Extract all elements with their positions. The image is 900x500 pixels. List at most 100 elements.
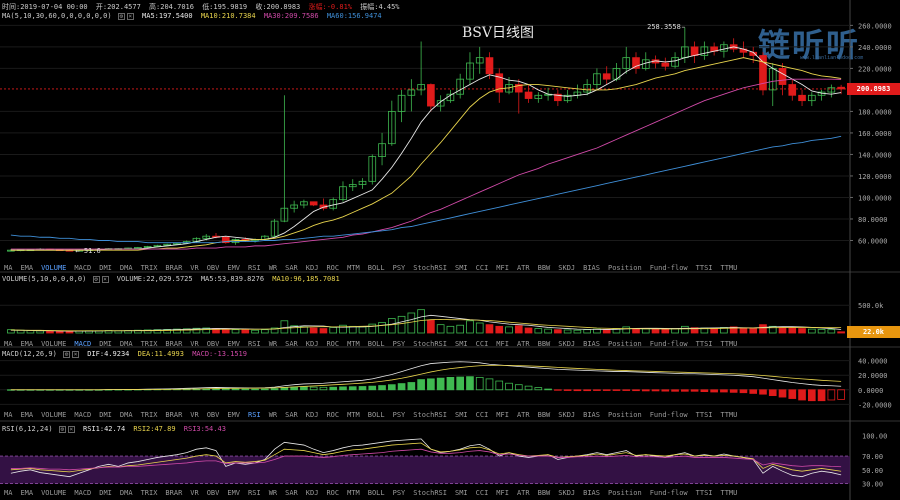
tab-macd-roc[interactable]: ROC xyxy=(322,410,343,420)
tab-macd-stochrsi[interactable]: StochRSI xyxy=(409,410,451,420)
tab-vol-mfi[interactable]: MFI xyxy=(492,339,513,349)
tab-macd-vr[interactable]: VR xyxy=(186,410,202,420)
tab-vol-brar[interactable]: BRAR xyxy=(161,339,186,349)
tab-rsi-mfi[interactable]: MFI xyxy=(492,488,513,498)
tab-vol-psy[interactable]: PSY xyxy=(389,339,410,349)
gear-icon[interactable]: ⚙ xyxy=(63,350,71,358)
tab-macd-dma[interactable]: DMA xyxy=(116,410,137,420)
tab-macd-ma[interactable]: MA xyxy=(0,410,16,420)
tab-main-emv[interactable]: EMV xyxy=(223,263,244,273)
tab-macd-ttmu[interactable]: TTMU xyxy=(717,410,742,420)
tab-main-boll[interactable]: BOLL xyxy=(364,263,389,273)
tab-rsi-bbw[interactable]: BBW xyxy=(534,488,555,498)
tab-macd-kdj[interactable]: KDJ xyxy=(302,410,323,420)
tab-macd-dmi[interactable]: DMI xyxy=(95,410,116,420)
tab-macd-rsi[interactable]: RSI xyxy=(244,410,265,420)
tab-vol-rsi[interactable]: RSI xyxy=(244,339,265,349)
tab-vol-smi[interactable]: SMI xyxy=(451,339,472,349)
tab-vol-roc[interactable]: ROC xyxy=(322,339,343,349)
tab-vol-stochrsi[interactable]: StochRSI xyxy=(409,339,451,349)
tab-main-sar[interactable]: SAR xyxy=(281,263,302,273)
tab-main-ttsi[interactable]: TTSI xyxy=(692,263,717,273)
tab-vol-mtm[interactable]: MTM xyxy=(343,339,364,349)
tab-main-dmi[interactable]: DMI xyxy=(95,263,116,273)
tab-macd-smi[interactable]: SMI xyxy=(451,410,472,420)
tab-rsi-dma[interactable]: DMA xyxy=(116,488,137,498)
tab-rsi-skdj[interactable]: SKDJ xyxy=(554,488,579,498)
tab-rsi-sar[interactable]: SAR xyxy=(281,488,302,498)
tab-main-trix[interactable]: TRIX xyxy=(137,263,162,273)
tab-main-roc[interactable]: ROC xyxy=(322,263,343,273)
tab-rsi-ttsi[interactable]: TTSI xyxy=(692,488,717,498)
tab-main-smi[interactable]: SMI xyxy=(451,263,472,273)
tab-macd-cci[interactable]: CCI xyxy=(472,410,493,420)
tab-rsi-kdj[interactable]: KDJ xyxy=(302,488,323,498)
tab-macd-mfi[interactable]: MFI xyxy=(492,410,513,420)
tab-macd-brar[interactable]: BRAR xyxy=(161,410,186,420)
tab-macd-obv[interactable]: OBV xyxy=(203,410,224,420)
tab-main-stochrsi[interactable]: StochRSI xyxy=(409,263,451,273)
tab-vol-dma[interactable]: DMA xyxy=(116,339,137,349)
tab-macd-wr[interactable]: WR xyxy=(265,410,281,420)
tab-macd-trix[interactable]: TRIX xyxy=(137,410,162,420)
tab-rsi-vr[interactable]: VR xyxy=(186,488,202,498)
gear-icon[interactable]: ⚙ xyxy=(58,425,66,433)
tab-rsi-atr[interactable]: ATR xyxy=(513,488,534,498)
tab-rsi-mtm[interactable]: MTM xyxy=(343,488,364,498)
tab-macd-sar[interactable]: SAR xyxy=(281,410,302,420)
tab-main-wr[interactable]: WR xyxy=(265,263,281,273)
tab-vol-obv[interactable]: OBV xyxy=(203,339,224,349)
tab-vol-ema[interactable]: EMA xyxy=(16,339,37,349)
tab-rsi-ma[interactable]: MA xyxy=(0,488,16,498)
tab-vol-position[interactable]: Position xyxy=(604,339,646,349)
tab-vol-atr[interactable]: ATR xyxy=(513,339,534,349)
tab-macd-bias[interactable]: BIAS xyxy=(579,410,604,420)
tab-rsi-cci[interactable]: CCI xyxy=(472,488,493,498)
tab-macd-bbw[interactable]: BBW xyxy=(534,410,555,420)
tab-vol-cci[interactable]: CCI xyxy=(472,339,493,349)
tab-main-ttmu[interactable]: TTMU xyxy=(717,263,742,273)
tab-vol-trix[interactable]: TRIX xyxy=(137,339,162,349)
tab-main-psy[interactable]: PSY xyxy=(389,263,410,273)
tab-rsi-position[interactable]: Position xyxy=(604,488,646,498)
tab-macd-mtm[interactable]: MTM xyxy=(343,410,364,420)
tab-main-atr[interactable]: ATR xyxy=(513,263,534,273)
tab-main-ema[interactable]: EMA xyxy=(16,263,37,273)
tab-main-cci[interactable]: CCI xyxy=(472,263,493,273)
tab-main-dma[interactable]: DMA xyxy=(116,263,137,273)
tab-vol-kdj[interactable]: KDJ xyxy=(302,339,323,349)
tab-vol-volume[interactable]: VOLUME xyxy=(37,339,70,349)
tab-main-brar[interactable]: BRAR xyxy=(161,263,186,273)
tab-main-mtm[interactable]: MTM xyxy=(343,263,364,273)
tab-vol-fund-flow[interactable]: Fund-flow xyxy=(646,339,692,349)
tab-main-rsi[interactable]: RSI xyxy=(244,263,265,273)
tab-vol-ttsi[interactable]: TTSI xyxy=(692,339,717,349)
tab-macd-macd[interactable]: MACD xyxy=(70,410,95,420)
tab-main-ma[interactable]: MA xyxy=(0,263,16,273)
tab-vol-ttmu[interactable]: TTMU xyxy=(717,339,742,349)
tab-rsi-emv[interactable]: EMV xyxy=(223,488,244,498)
tab-rsi-obv[interactable]: OBV xyxy=(203,488,224,498)
tab-macd-emv[interactable]: EMV xyxy=(223,410,244,420)
tab-rsi-roc[interactable]: ROC xyxy=(322,488,343,498)
close-icon[interactable]: × xyxy=(101,275,109,283)
tab-macd-skdj[interactable]: SKDJ xyxy=(554,410,579,420)
tab-vol-macd[interactable]: MACD xyxy=(70,339,95,349)
tab-rsi-brar[interactable]: BRAR xyxy=(161,488,186,498)
tab-main-skdj[interactable]: SKDJ xyxy=(554,263,579,273)
tab-macd-ema[interactable]: EMA xyxy=(16,410,37,420)
tab-macd-position[interactable]: Position xyxy=(604,410,646,420)
tab-vol-bias[interactable]: BIAS xyxy=(579,339,604,349)
tab-rsi-boll[interactable]: BOLL xyxy=(364,488,389,498)
tab-main-bias[interactable]: BIAS xyxy=(579,263,604,273)
close-icon[interactable]: × xyxy=(67,425,75,433)
tab-vol-ma[interactable]: MA xyxy=(0,339,16,349)
tab-vol-skdj[interactable]: SKDJ xyxy=(554,339,579,349)
gear-icon[interactable]: ⚙ xyxy=(92,275,100,283)
tab-macd-fund-flow[interactable]: Fund-flow xyxy=(646,410,692,420)
tab-rsi-rsi[interactable]: RSI xyxy=(244,488,265,498)
tab-vol-vr[interactable]: VR xyxy=(186,339,202,349)
tab-rsi-trix[interactable]: TRIX xyxy=(137,488,162,498)
tab-rsi-stochrsi[interactable]: StochRSI xyxy=(409,488,451,498)
tab-main-vr[interactable]: VR xyxy=(186,263,202,273)
